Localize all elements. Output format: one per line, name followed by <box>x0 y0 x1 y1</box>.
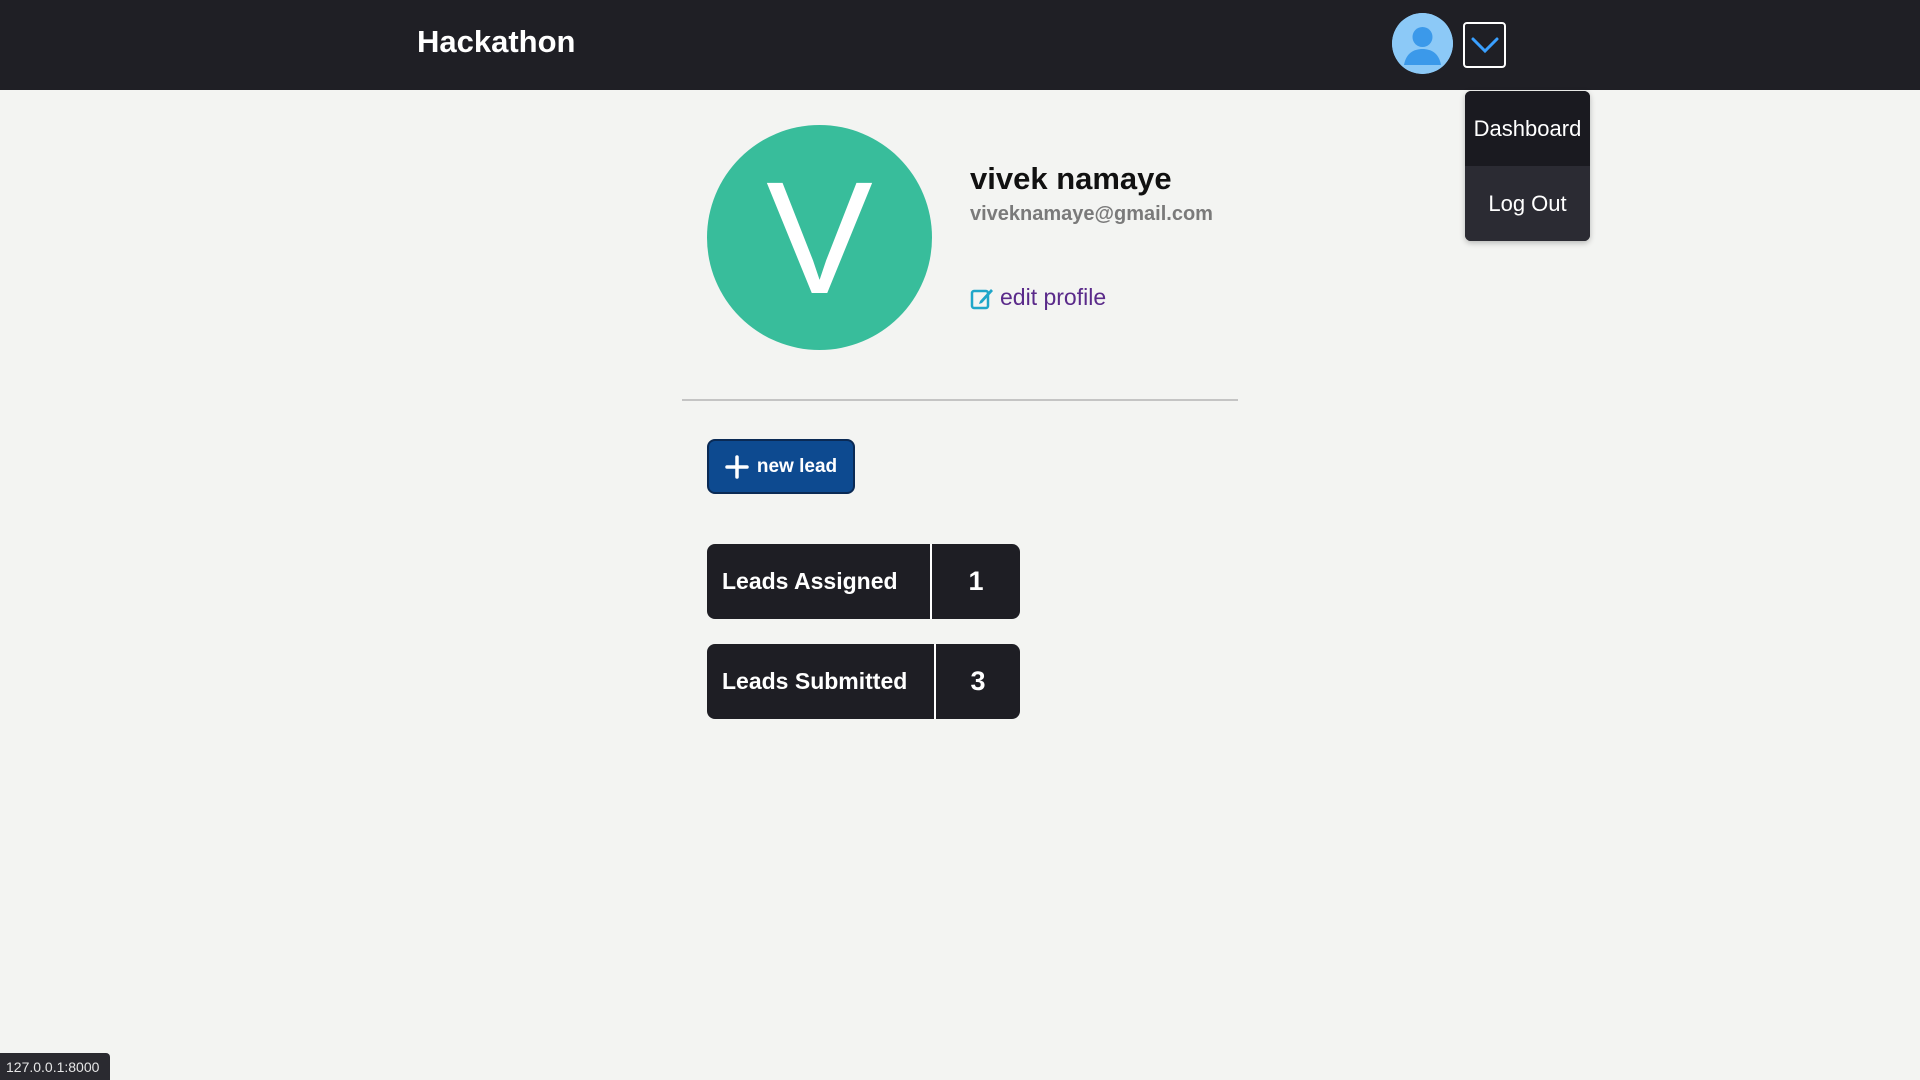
brand-title[interactable]: Hackathon <box>417 24 575 60</box>
user-avatar-icon[interactable] <box>1392 13 1453 74</box>
edit-profile-link[interactable]: edit profile <box>970 284 1106 311</box>
profile-name: vivek namaye <box>970 161 1172 196</box>
edit-icon <box>970 288 993 309</box>
plus-icon <box>725 454 749 479</box>
chevron-down-icon <box>1471 37 1498 54</box>
dropdown-item-logout[interactable]: Log Out <box>1465 166 1590 241</box>
profile-email: viveknamaye@gmail.com <box>970 203 1213 225</box>
new-lead-button[interactable]: new lead <box>707 439 855 494</box>
edit-profile-label: edit profile <box>1000 284 1107 310</box>
stat-value: 1 <box>968 566 984 596</box>
user-dropdown-menu: Dashboard Log Out <box>1465 91 1590 241</box>
stat-label: Leads Assigned <box>707 544 932 619</box>
navbar: Hackathon <box>0 0 1920 90</box>
profile-avatar: V <box>707 125 932 350</box>
stat-label: Leads Submitted <box>707 644 936 719</box>
status-bar-url: 127.0.0.1:8000 <box>0 1053 110 1080</box>
dropdown-toggle-button[interactable] <box>1463 22 1506 68</box>
section-divider <box>682 399 1238 401</box>
stat-leads-submitted: Leads Submitted 3 <box>707 644 1020 719</box>
dropdown-item-dashboard[interactable]: Dashboard <box>1465 91 1590 166</box>
stat-leads-assigned: Leads Assigned 1 <box>707 544 1020 619</box>
new-lead-label: new lead <box>756 455 838 477</box>
stat-value: 3 <box>970 666 986 696</box>
